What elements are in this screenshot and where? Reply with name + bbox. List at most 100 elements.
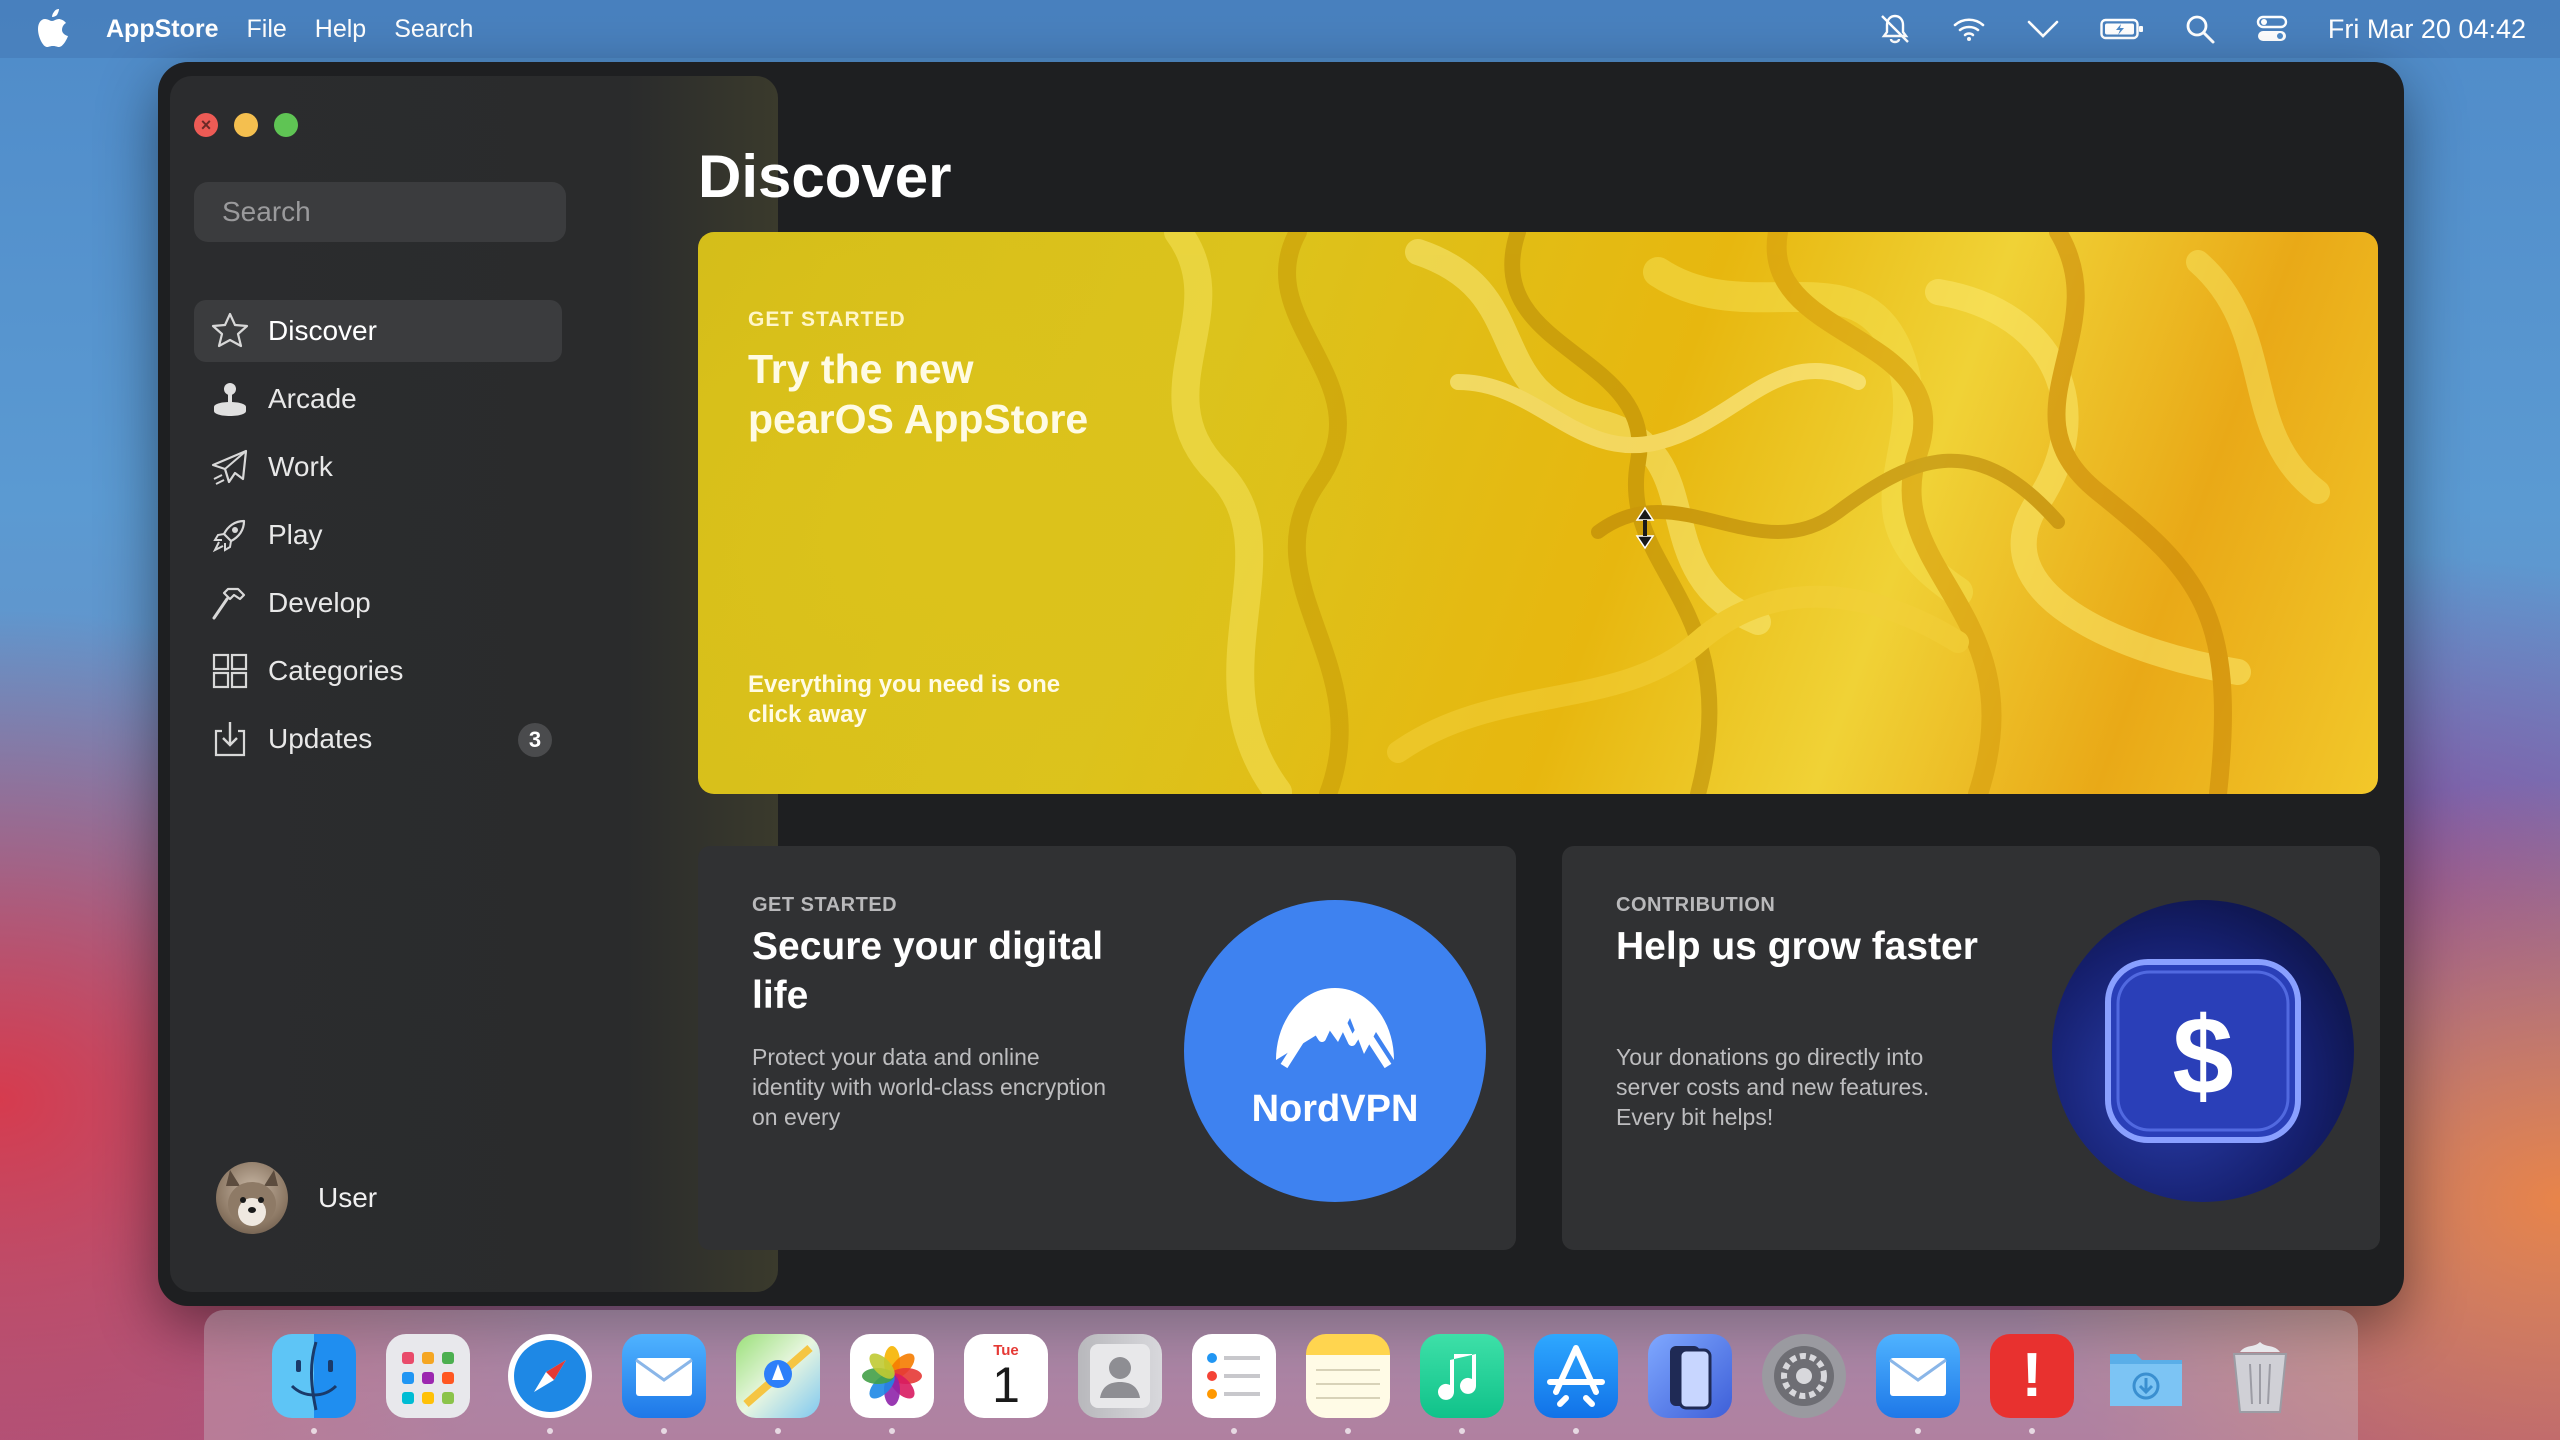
mountain-icon: [1276, 988, 1394, 1069]
running-indicator: [547, 1428, 553, 1434]
calendar-day: 1: [992, 1357, 1020, 1413]
sidebar-item-develop[interactable]: Develop: [194, 572, 562, 634]
appstore-window: × Search Discover Arcade Work Play Devel…: [158, 62, 2404, 1306]
menu-help[interactable]: Help: [315, 15, 366, 44]
card-headline: Help us grow faster: [1616, 925, 1978, 968]
finder-face-icon: [290, 1341, 338, 1411]
husky-avatar-icon: [226, 1170, 278, 1226]
system-settings-icon[interactable]: [1762, 1334, 1846, 1418]
contacts-icon[interactable]: [1078, 1334, 1162, 1418]
compass-icon: [514, 1340, 586, 1412]
sidebar-item-updates[interactable]: Updates 3: [194, 708, 562, 770]
sidebar-item-label: Develop: [268, 587, 371, 618]
card-eyebrow: CONTRIBUTION: [1616, 894, 1776, 916]
paper-plane-icon: [211, 449, 248, 485]
running-indicator: [1915, 1428, 1921, 1434]
running-indicator: [889, 1428, 895, 1434]
running-indicator: [661, 1428, 667, 1434]
app-menu-appstore[interactable]: AppStore: [106, 15, 219, 44]
user-profile[interactable]: User: [216, 1162, 377, 1234]
trash-can-icon: [2232, 1342, 2288, 1413]
mail-icon[interactable]: [622, 1334, 706, 1418]
notepad-icon: [1316, 1369, 1380, 1399]
trash-icon[interactable]: [2218, 1334, 2302, 1418]
avatar[interactable]: [216, 1162, 288, 1234]
checklist-icon: [1207, 1353, 1260, 1399]
apple-logo-icon[interactable]: [38, 9, 72, 49]
finder-icon[interactable]: [272, 1334, 356, 1418]
card-eyebrow: GET STARTED: [752, 894, 898, 916]
appstore-icon[interactable]: [1534, 1334, 1618, 1418]
minimize-window-button[interactable]: [234, 113, 258, 137]
envelope-icon: [635, 1358, 693, 1396]
page-title: Discover: [698, 143, 952, 210]
calendar-icon[interactable]: Tue 1: [964, 1334, 1048, 1418]
launchpad-icon[interactable]: [386, 1334, 470, 1418]
running-indicator: [1231, 1428, 1237, 1434]
download-icon: [214, 722, 246, 757]
sidebar-item-play[interactable]: Play: [194, 504, 562, 566]
donation-logo: $: [2052, 900, 2354, 1202]
flower-icon: [862, 1346, 922, 1406]
person-icon: [1090, 1344, 1150, 1408]
phone-icon: [1670, 1346, 1712, 1410]
rocket-icon: [212, 519, 246, 553]
hero-subtitle: Everything you need is one click away: [748, 671, 1061, 728]
sidebar-item-discover[interactable]: Discover: [194, 300, 562, 362]
close-icon: ×: [200, 115, 212, 135]
exclamation-glyph: !: [2021, 1341, 2043, 1410]
gear-icon: [1774, 1346, 1834, 1406]
running-indicator: [775, 1428, 781, 1434]
alert-icon[interactable]: !: [1990, 1334, 2074, 1418]
battery-icon[interactable]: [2100, 17, 2144, 41]
donation-card[interactable]: CONTRIBUTION Help us grow faster Your do…: [1562, 846, 2380, 1250]
reminders-icon[interactable]: [1192, 1334, 1276, 1418]
iphone-mirroring-icon[interactable]: [1648, 1334, 1732, 1418]
nordvpn-card[interactable]: GET STARTED Secure your digital life Pro…: [698, 846, 1516, 1250]
notes-icon[interactable]: [1306, 1334, 1390, 1418]
downloads-folder-icon[interactable]: [2104, 1334, 2188, 1418]
appstore-a-icon: [1547, 1345, 1605, 1407]
control-center-icon[interactable]: [2256, 14, 2288, 44]
card-headline: Secure your digital life: [752, 925, 1104, 1017]
sidebar-search-input[interactable]: Search: [194, 182, 566, 242]
sidebar-item-label: Work: [268, 451, 333, 482]
updates-count-badge: 3: [518, 723, 552, 757]
maps-icon[interactable]: [736, 1334, 820, 1418]
dollar-glyph: $: [2172, 995, 2233, 1118]
music-icon[interactable]: [1420, 1334, 1504, 1418]
hero-headline: Try the new pearOS AppStore: [748, 346, 1089, 442]
launchpad-grid-icon: [402, 1352, 454, 1404]
menu-file[interactable]: File: [247, 15, 287, 44]
safari-icon[interactable]: [508, 1334, 592, 1418]
envelope-icon: [1889, 1358, 1947, 1396]
map-pin-icon: [743, 1344, 813, 1408]
sidebar-item-categories[interactable]: Categories: [194, 640, 562, 702]
card-description: Protect your data and online identity wi…: [752, 1044, 1107, 1130]
search-icon[interactable]: [2184, 13, 2216, 45]
star-icon: [211, 312, 249, 348]
close-window-button[interactable]: ×: [194, 113, 218, 137]
wifi-icon[interactable]: [1952, 14, 1986, 44]
menu-bar: AppStore File Help Search Fri Mar 20 04:…: [0, 0, 2560, 58]
photos-icon[interactable]: [850, 1334, 934, 1418]
running-indicator: [1459, 1428, 1465, 1434]
menu-search[interactable]: Search: [394, 15, 473, 44]
user-name: User: [318, 1182, 378, 1213]
sidebar-item-arcade[interactable]: Arcade: [194, 368, 562, 430]
menubar-clock[interactable]: Fri Mar 20 04:42: [2328, 14, 2526, 45]
sidebar-item-work[interactable]: Work: [194, 436, 562, 498]
running-indicator: [1573, 1428, 1579, 1434]
notifications-off-icon[interactable]: [1878, 12, 1912, 46]
hero-banner[interactable]: GET STARTED Try the new pearOS AppStore …: [698, 232, 2378, 794]
folder-download-icon: [2110, 1354, 2182, 1406]
hero-eyebrow: GET STARTED: [748, 308, 906, 331]
mail-alt-icon[interactable]: [1876, 1334, 1960, 1418]
dollar-icon: $: [2105, 959, 2301, 1143]
dock: Tue 1 !: [204, 1310, 2358, 1440]
maximize-window-button[interactable]: [274, 113, 298, 137]
chevron-down-icon[interactable]: [2026, 17, 2060, 41]
sidebar-item-label: Categories: [268, 655, 404, 686]
sidebar-nav: Discover Arcade Work Play Develop Catego…: [194, 300, 562, 776]
nordvpn-logo: NordVPN: [1184, 900, 1486, 1202]
